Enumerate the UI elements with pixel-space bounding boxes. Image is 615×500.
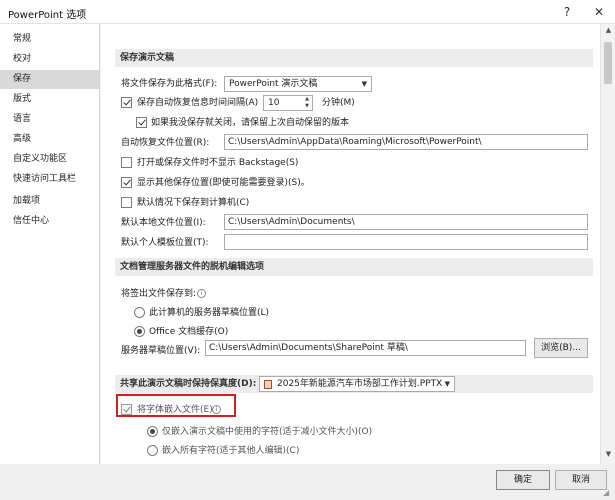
embed-all-label: 嵌入所有字符(适于其他人编辑)(C) — [162, 446, 300, 456]
ok-button[interactable]: 确定 — [496, 470, 550, 490]
sidebar-item-layout[interactable]: 版式 — [0, 90, 99, 109]
server-drafts-location-field[interactable]: C:\Users\Admin\Documents\SharePoint 草稿\ — [205, 340, 526, 356]
personal-templates-label: 默认个人模板位置(T): — [121, 238, 209, 248]
autorecover-location-field[interactable]: C:\Users\Admin\AppData\Roaming\Microsoft… — [224, 134, 588, 150]
chevron-down-icon: ▼ — [444, 380, 450, 388]
sidebar: 常规 校对 保存 版式 语言 高级 自定义功能区 快速访问工具栏 加载项 信任中… — [0, 24, 100, 464]
info-icon: i — [197, 289, 206, 298]
title-bar: PowerPoint 选项 ? ✕ — [0, 0, 615, 24]
office-cache-option-label: Office 文档缓存(O) — [149, 327, 229, 337]
offline-section-header: 文档管理服务器文件的脱机编辑选项 — [115, 258, 593, 276]
fidelity-section-label: 共享此演示文稿时保持保真度(D): — [120, 379, 257, 389]
office-cache-radio[interactable] — [134, 326, 145, 337]
browse-button[interactable]: 浏览(B)... — [534, 338, 588, 358]
content-scrollbar[interactable]: ▲ ▼ — [600, 24, 615, 464]
fidelity-file-select[interactable]: 2025年新能源汽车市场部工作计划.PPTX ▼ — [259, 376, 455, 392]
chevron-down-icon: ▼ — [361, 80, 367, 88]
sidebar-item-advanced[interactable]: 高级 — [0, 130, 99, 149]
save-format-value: PowerPoint 演示文稿 — [229, 79, 318, 89]
scrollbar-thumb[interactable] — [604, 42, 612, 84]
embed-used-only-radio[interactable] — [147, 426, 158, 437]
server-drafts-option-label: 此计算机的服务器草稿位置(L) — [149, 308, 270, 318]
fidelity-file-value: 2025年新能源汽车市场部工作计划.PPTX — [277, 379, 443, 389]
stepper-up-icon[interactable]: ▲ — [302, 96, 312, 103]
autorecover-label: 保存自动恢复信息时间间隔(A) — [137, 98, 259, 108]
sidebar-item-trust-center[interactable]: 信任中心 — [0, 212, 99, 231]
autorecover-minutes-value: 10 — [268, 98, 280, 108]
save-checked-out-label: 将签出文件保存到: — [121, 289, 197, 299]
sidebar-item-save[interactable]: 保存 — [0, 70, 99, 89]
autorecover-minutes-stepper[interactable]: 10 ▲ ▼ — [263, 95, 313, 111]
close-icon[interactable]: ✕ — [588, 3, 610, 21]
sidebar-item-addins[interactable]: 加载项 — [0, 192, 99, 211]
autorecover-location-label: 自动恢复文件位置(R): — [121, 138, 210, 148]
resize-grip-icon[interactable]: ◢ — [603, 488, 613, 498]
personal-templates-field[interactable] — [224, 234, 588, 250]
scroll-down-icon[interactable]: ▼ — [601, 450, 615, 462]
show-additional-places-checkbox[interactable] — [121, 177, 132, 188]
stepper-down-icon[interactable]: ▼ — [302, 103, 312, 110]
sidebar-item-quick-access[interactable]: 快速访问工具栏 — [0, 170, 99, 189]
embed-all-radio[interactable] — [147, 445, 158, 456]
keep-last-version-label: 如果我没保存就关闭，请保留上次自动保留的版本 — [151, 118, 350, 128]
save-section-header: 保存演示文稿 — [115, 49, 593, 67]
keep-last-version-checkbox[interactable] — [136, 117, 147, 128]
default-local-location-label: 默认本地文件位置(I): — [121, 218, 206, 228]
server-drafts-radio[interactable] — [134, 307, 145, 318]
help-icon[interactable]: ? — [556, 3, 578, 21]
save-format-select[interactable]: PowerPoint 演示文稿 ▼ — [224, 76, 372, 92]
autorecover-checkbox[interactable] — [121, 97, 132, 108]
no-backstage-checkbox[interactable] — [121, 157, 132, 168]
save-to-computer-label: 默认情况下保存到计算机(C) — [137, 198, 250, 208]
dialog-footer: 确定 取消 ◢ — [0, 464, 615, 500]
show-additional-places-label: 显示其他保存位置(即使可能需要登录)(S)。 — [137, 178, 310, 188]
save-format-label: 将文件保存为此格式(F): — [121, 79, 218, 89]
sidebar-item-language[interactable]: 语言 — [0, 110, 99, 129]
minutes-unit-label: 分钟(M) — [322, 98, 355, 108]
save-to-computer-checkbox[interactable] — [121, 197, 132, 208]
pptx-file-icon — [264, 380, 272, 389]
window-title: PowerPoint 选项 — [8, 10, 87, 21]
scroll-up-icon[interactable]: ▲ — [601, 26, 615, 38]
sidebar-item-customize-ribbon[interactable]: 自定义功能区 — [0, 150, 99, 169]
sidebar-item-proofing[interactable]: 校对 — [0, 50, 99, 69]
no-backstage-label: 打开或保存文件时不显示 Backstage(S) — [137, 158, 299, 168]
sidebar-item-general[interactable]: 常规 — [0, 30, 99, 49]
embed-used-only-label: 仅嵌入演示文稿中使用的字符(适于减小文件大小)(O) — [162, 427, 373, 437]
highlight-box — [116, 394, 236, 417]
cancel-button[interactable]: 取消 — [555, 470, 607, 490]
default-local-location-field[interactable]: C:\Users\Admin\Documents\ — [224, 214, 588, 230]
server-drafts-location-label: 服务器草稿位置(V): — [121, 346, 201, 356]
